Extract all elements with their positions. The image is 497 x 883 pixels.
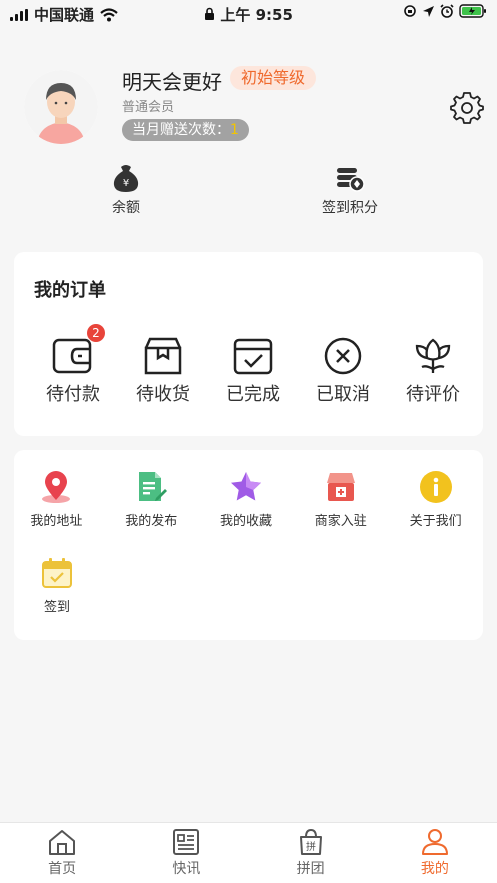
calendar-icon	[42, 558, 72, 588]
orders-card: 我的订单 2 待付款 待收货 已完成 已取消 待评价	[14, 252, 483, 436]
checkin-points-button[interactable]: 签到积分	[315, 163, 385, 217]
money-bag-icon: ¥	[113, 165, 139, 192]
alarm-icon	[440, 4, 454, 18]
gift-count-value: 1	[230, 122, 239, 138]
pending-receipt-label: 待收货	[136, 384, 190, 405]
level-badge: 初始等级	[230, 66, 317, 90]
services-row-1: 我的地址 我的发布 我的收藏 商家入驻 关于我们	[14, 470, 483, 529]
tab-mine[interactable]: 我的	[373, 823, 497, 883]
order-pending-receipt[interactable]: 待收货	[118, 336, 208, 406]
flower-icon	[415, 338, 451, 373]
rotation-lock-icon	[404, 5, 416, 17]
checkin-points-label: 签到积分	[322, 200, 378, 216]
tab-group-buy[interactable]: 拼 拼团	[249, 823, 373, 883]
info-icon	[419, 471, 452, 503]
group-buy-icon: 拼	[299, 828, 322, 855]
service-about-us[interactable]: 关于我们	[388, 470, 483, 529]
tab-mine-label: 我的	[420, 861, 449, 877]
tab-news-label: 快讯	[172, 861, 201, 877]
tab-bar: 首页 快讯 拼 拼团 我的	[0, 822, 497, 883]
tab-home-label: 首页	[48, 861, 77, 877]
services-card: 我的地址 我的发布 我的收藏 商家入驻 关于我们 签到	[14, 450, 483, 640]
gift-count-pill: 当月赠送次数：1	[122, 119, 249, 141]
gear-icon	[450, 92, 484, 124]
service-my-address[interactable]: 我的地址	[9, 470, 104, 529]
location-pin-icon	[42, 471, 71, 503]
my-posts-label: 我的发布	[125, 514, 178, 529]
about-us-label: 关于我们	[409, 514, 462, 529]
tab-news[interactable]: 快讯	[124, 823, 248, 883]
star-icon	[230, 472, 261, 501]
news-icon	[173, 829, 200, 855]
service-my-posts[interactable]: 我的发布	[104, 470, 199, 529]
profile-header: 明天会更好 初始等级 普通会员 当月赠送次数：1	[0, 60, 497, 160]
service-my-favorites[interactable]: 我的收藏	[199, 470, 294, 529]
balance-label: 余额	[112, 200, 140, 216]
coins-icon	[337, 168, 365, 192]
services-row-2: 签到	[14, 556, 483, 615]
location-arrow-icon	[423, 5, 434, 17]
avatar[interactable]	[24, 70, 98, 144]
gift-count-label: 当月赠送次数：	[132, 122, 230, 138]
order-status-row: 2 待付款 待收货 已完成 已取消 待评价	[14, 324, 483, 406]
order-completed[interactable]: 已完成	[208, 336, 298, 406]
status-bar: 中国联通 上午 9:55	[0, 0, 497, 26]
checkin-label: 签到	[43, 600, 70, 615]
home-icon	[49, 830, 76, 855]
my-address-label: 我的地址	[30, 514, 83, 529]
status-time: 上午 9:55	[220, 6, 293, 24]
completed-label: 已完成	[226, 384, 280, 405]
settings-button[interactable]	[450, 90, 484, 124]
balance-button[interactable]: ¥ 余额	[96, 163, 156, 217]
service-merchant-join[interactable]: 商家入驻	[293, 470, 388, 529]
my-favorites-label: 我的收藏	[219, 514, 272, 529]
wallet-icon	[52, 338, 92, 374]
battery-icon	[459, 4, 486, 18]
orders-title: 我的订单	[34, 280, 106, 301]
group-buy-icon-text: 拼	[306, 840, 316, 853]
order-cancelled[interactable]: 已取消	[298, 336, 388, 406]
calendar-check-icon	[233, 338, 273, 375]
shop-icon	[326, 473, 355, 501]
quick-actions: ¥ 余额 签到积分	[0, 163, 497, 223]
cancelled-label: 已取消	[316, 384, 370, 405]
tab-group-buy-label: 拼团	[296, 861, 325, 877]
svg-text:¥: ¥	[123, 178, 129, 189]
tab-home[interactable]: 首页	[0, 823, 124, 883]
package-icon	[144, 337, 182, 375]
pending-payment-badge: 2	[87, 324, 105, 342]
member-type: 普通会员	[122, 100, 175, 115]
document-edit-icon	[139, 472, 168, 501]
service-checkin[interactable]: 签到	[9, 556, 105, 615]
order-pending-payment[interactable]: 2 待付款	[28, 324, 118, 406]
cancel-circle-icon	[324, 337, 362, 375]
user-icon	[421, 829, 448, 855]
order-pending-review[interactable]: 待评价	[388, 336, 478, 406]
pending-review-label: 待评价	[406, 384, 460, 405]
merchant-join-label: 商家入驻	[314, 514, 367, 529]
nickname: 明天会更好	[122, 70, 222, 94]
pending-payment-label: 待付款	[46, 384, 100, 405]
lock-icon	[205, 7, 215, 20]
